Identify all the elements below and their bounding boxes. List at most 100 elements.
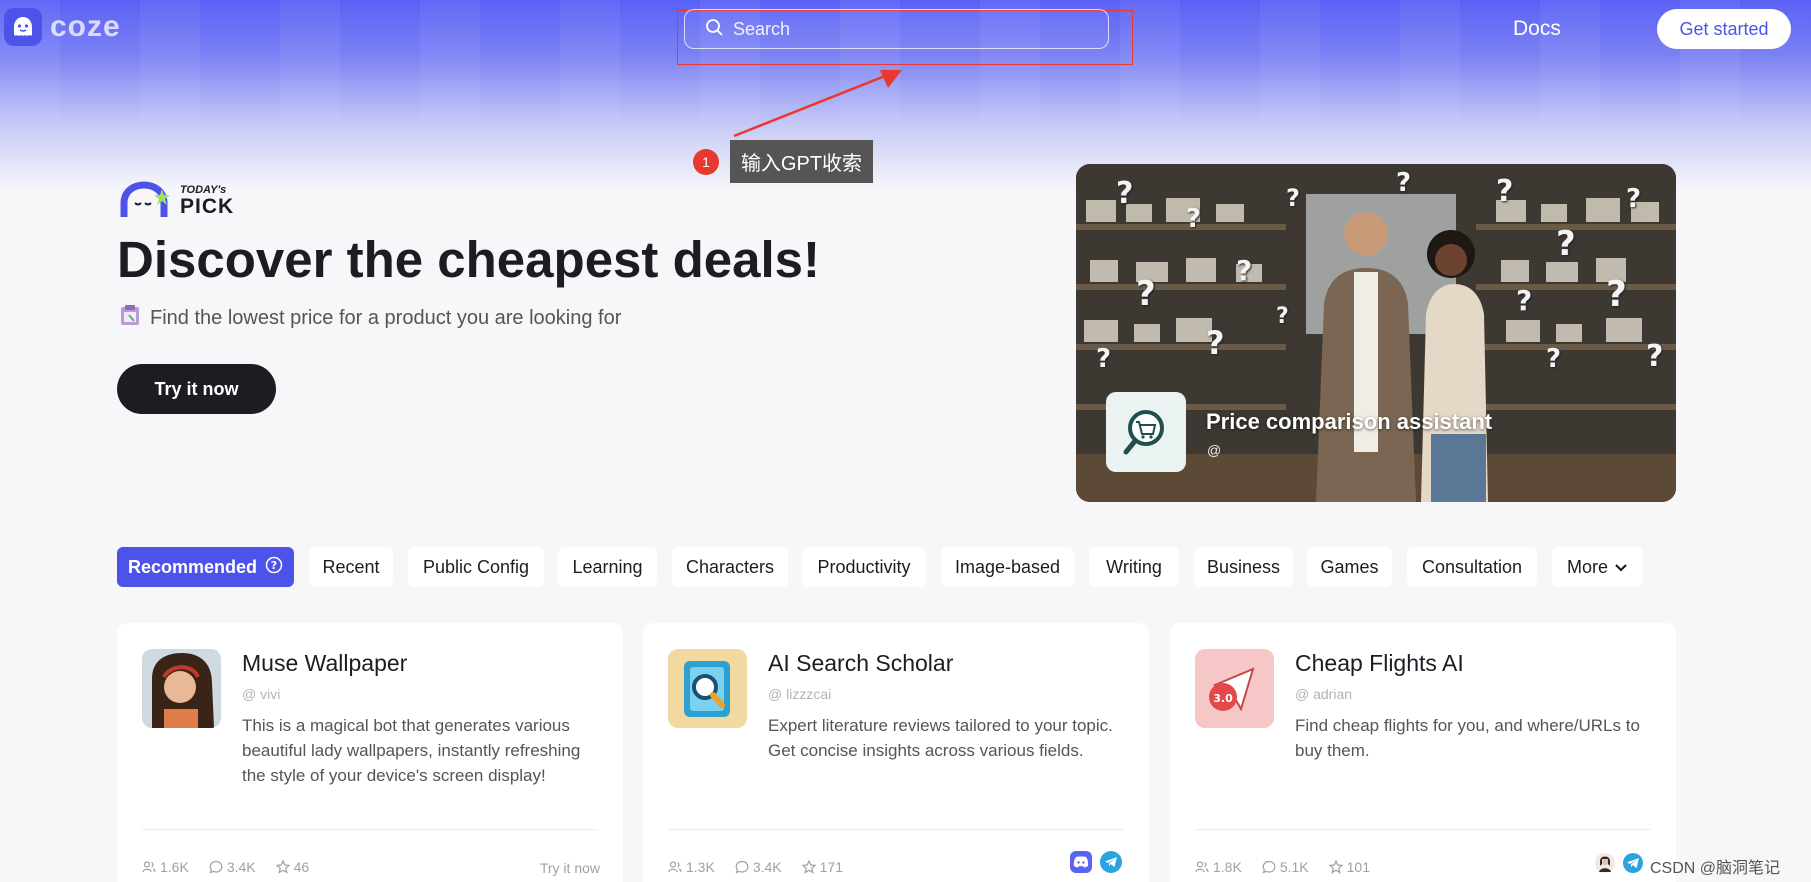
stars-count: 46 <box>293 859 310 875</box>
search-placeholder: Search <box>733 18 791 39</box>
question-mark-decoration: ? <box>1236 254 1253 287</box>
users-count: 1.8K <box>1213 859 1242 875</box>
question-mark-decoration: ? <box>1286 184 1300 212</box>
star-icon <box>1328 860 1343 874</box>
featured-bot-author: @ <box>1207 442 1222 458</box>
users-count: 1.6K <box>160 859 189 875</box>
messages-stat: 3.4K <box>209 859 256 875</box>
question-mark-decoration: ? <box>1206 324 1225 362</box>
question-mark-decoration: ? <box>1556 224 1576 264</box>
featured-bot-card[interactable]: ? ? ? ? ? ? ? ? ? ? ? ? ? ? ? ? Price co… <box>1076 164 1676 502</box>
card-divider <box>1195 829 1651 830</box>
card-stats: 1.6K 3.4K 46 <box>142 859 309 875</box>
tab-characters[interactable]: Characters <box>672 547 788 587</box>
tab-writing[interactable]: Writing <box>1089 547 1179 587</box>
card-author-name: lizzzcai <box>786 686 832 702</box>
card-author: @ adrian <box>1295 686 1352 702</box>
tab-image-based[interactable]: Image-based <box>941 547 1074 587</box>
question-mark-decoration: ? <box>1546 344 1562 374</box>
question-mark-decoration: ? <box>1496 174 1514 209</box>
help-circle-icon[interactable]: ? <box>265 556 283 579</box>
hero-title: Discover the cheapest deals! <box>117 231 820 288</box>
tab-business[interactable]: Business <box>1194 547 1293 587</box>
question-mark-decoration: ? <box>1276 304 1289 329</box>
at-icon: @ <box>768 686 787 702</box>
hero-subtitle: Find the lowest price for a product you … <box>118 303 621 333</box>
csdn-watermark: CSDN @脑洞笔记 <box>1594 852 1780 879</box>
star-icon <box>801 860 816 874</box>
search-icon <box>705 18 723 41</box>
card-platforms <box>1070 851 1122 873</box>
pick-label: PICK <box>180 195 235 218</box>
tab-recommended[interactable]: Recommended ? <box>117 547 294 587</box>
stars-stat: 46 <box>275 859 310 875</box>
message-icon <box>1262 860 1276 874</box>
annotation-tooltip: 输入GPT收索 <box>730 140 873 183</box>
card-title: AI Search Scholar <box>768 650 954 676</box>
logo-text: coze <box>50 10 121 43</box>
try-it-now-button[interactable]: Try it now <box>117 364 276 414</box>
bot-card-muse-wallpaper[interactable]: Muse Wallpaper @ vivi This is a magical … <box>117 623 623 882</box>
card-try-it-now-link[interactable]: Try it now <box>540 860 600 876</box>
star-icon <box>275 860 290 874</box>
telegram-icon <box>1100 851 1122 873</box>
tab-learning[interactable]: Learning <box>558 547 657 587</box>
tab-more[interactable]: More <box>1552 547 1643 587</box>
clipboard-icon <box>118 303 142 333</box>
bot-card-cheap-flights-ai[interactable]: 3.0 Cheap Flights AI @ adrian Find cheap… <box>1170 623 1676 882</box>
messages-stat: 3.4K <box>735 859 782 875</box>
coze-logo-icon <box>4 8 42 46</box>
card-stats: 1.8K 5.1K 101 <box>1195 859 1370 875</box>
messages-count: 5.1K <box>1279 859 1309 875</box>
users-stat: 1.3K <box>668 859 715 875</box>
question-mark-decoration: ? <box>1646 339 1664 374</box>
card-title: Cheap Flights AI <box>1295 650 1464 676</box>
watermark-text: CSDN @脑洞笔记 <box>1650 859 1781 877</box>
docs-link[interactable]: Docs <box>1513 17 1561 41</box>
at-icon: @ <box>1295 686 1314 702</box>
svg-text:?: ? <box>271 559 277 572</box>
question-mark-decoration: ? <box>1606 274 1627 315</box>
tab-label: More <box>1566 556 1608 577</box>
users-icon <box>668 861 682 873</box>
telegram-icon <box>1622 852 1644 879</box>
card-divider <box>668 829 1124 830</box>
card-author-name: vivi <box>260 686 281 702</box>
card-author: @ lizzzcai <box>768 686 831 702</box>
question-mark-decoration: ? <box>1186 204 1202 234</box>
tab-games[interactable]: Games <box>1307 547 1392 587</box>
question-mark-decoration: ? <box>1626 184 1642 214</box>
question-mark-decoration: ? <box>1136 274 1156 314</box>
search-input[interactable]: Search <box>684 9 1109 49</box>
coze-logo[interactable]: coze <box>4 8 121 46</box>
tab-productivity[interactable]: Productivity <box>802 547 926 587</box>
card-description: Find cheap flights for you, and where/UR… <box>1295 716 1640 760</box>
card-author: @ vivi <box>242 686 280 702</box>
price-comparison-avatar-icon <box>1106 392 1186 472</box>
tab-recent[interactable]: Recent <box>309 547 393 587</box>
tab-consultation[interactable]: Consultation <box>1407 547 1537 587</box>
question-mark-decoration: ? <box>1516 284 1533 317</box>
cheap-flights-avatar: 3.0 <box>1195 649 1274 728</box>
todays-pick-mascot-icon <box>120 181 170 217</box>
card-author-name: adrian <box>1313 686 1353 702</box>
message-icon <box>735 860 749 874</box>
discord-icon <box>1070 851 1092 873</box>
message-icon <box>209 860 223 874</box>
ai-search-scholar-avatar <box>668 649 747 728</box>
card-title: Muse Wallpaper <box>242 650 408 676</box>
card-description: Expert literature reviews tailored to yo… <box>768 716 1113 760</box>
annotation-arrow <box>733 70 902 138</box>
card-stats: 1.3K 3.4K 171 <box>668 859 843 875</box>
question-mark-decoration: ? <box>1116 176 1134 211</box>
messages-count: 3.4K <box>226 859 256 875</box>
users-stat: 1.8K <box>1195 859 1242 875</box>
tab-public-config[interactable]: Public Config <box>408 547 544 587</box>
bot-card-ai-search-scholar[interactable]: AI Search Scholar @ lizzzcai Expert lite… <box>643 623 1149 882</box>
tab-label: Recommended <box>127 556 258 577</box>
users-count: 1.3K <box>686 859 715 875</box>
users-icon <box>142 861 156 873</box>
stars-stat: 171 <box>801 859 843 875</box>
get-started-button[interactable]: Get started <box>1657 9 1791 49</box>
annotation-number-badge: 1 <box>693 149 719 175</box>
